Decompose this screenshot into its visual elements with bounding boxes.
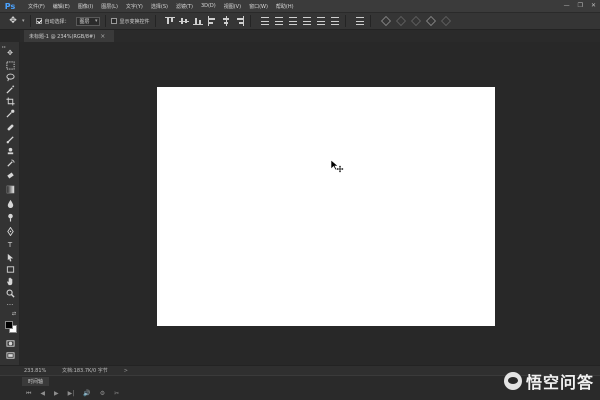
document-tab-bar: 未标题-1 @ 234%(RGB/8#) × xyxy=(20,30,600,42)
3d-roll-icon[interactable] xyxy=(395,16,406,26)
lasso-icon[interactable] xyxy=(4,72,16,82)
status-menu-arrow-icon[interactable]: > xyxy=(124,368,128,374)
timeline-tab-label: 时间轴 xyxy=(28,379,44,385)
move-cursor-icon xyxy=(330,159,344,173)
screen-mode-icon[interactable] xyxy=(4,350,16,360)
distribute-top-icon[interactable] xyxy=(260,16,270,26)
menu-file[interactable]: 文件(F) xyxy=(28,3,45,10)
settings-icon[interactable]: ⚙ xyxy=(100,390,105,398)
foreground-color-swatch[interactable] xyxy=(5,321,13,329)
document-tab[interactable]: 未标题-1 @ 234%(RGB/8#) × xyxy=(24,30,114,42)
3d-slide-icon[interactable] xyxy=(425,16,436,26)
eraser-icon[interactable] xyxy=(4,170,16,180)
menu-help[interactable]: 帮助(H) xyxy=(276,3,294,10)
auto-align-layers-icon[interactable] xyxy=(355,16,365,26)
restore-button[interactable]: ❐ xyxy=(578,2,583,9)
type-tool-icon[interactable]: T xyxy=(4,240,16,250)
rectangle-shape-icon[interactable] xyxy=(4,264,16,274)
tools-panel: ▸▸ ✥ T ··· ⇄ xyxy=(0,42,20,365)
zoom-icon[interactable] xyxy=(4,288,16,298)
quick-mask-icon[interactable] xyxy=(4,338,16,348)
auto-select-label: 自动选择： xyxy=(44,18,70,25)
hand-icon[interactable] xyxy=(4,276,16,286)
divider xyxy=(249,15,251,27)
document-canvas[interactable] xyxy=(157,87,495,326)
healing-brush-icon[interactable] xyxy=(4,122,16,132)
move-tool-icon[interactable]: ✥ xyxy=(4,48,16,58)
previous-frame-icon[interactable]: ◀ xyxy=(40,390,45,398)
gradient-icon[interactable] xyxy=(4,184,16,194)
divider xyxy=(104,15,106,27)
menu-window[interactable]: 窗口(W) xyxy=(249,3,268,10)
menu-filter[interactable]: 滤镜(T) xyxy=(176,3,193,10)
document-tab-title: 未标题-1 @ 234%(RGB/8#) xyxy=(29,33,96,40)
menu-select[interactable]: 选择(S) xyxy=(151,3,168,10)
edit-toolbar-icon[interactable]: ··· xyxy=(4,300,16,310)
timeline-tab[interactable]: 时间轴 xyxy=(22,377,50,386)
document-size-info: 文档:183.7K/0 字节 xyxy=(62,368,108,374)
eyedropper-icon[interactable] xyxy=(4,108,16,118)
minimize-button[interactable]: — xyxy=(564,2,570,9)
pen-icon[interactable] xyxy=(4,226,16,236)
close-window-button[interactable]: ✕ xyxy=(591,2,596,9)
next-frame-icon[interactable]: ▶| xyxy=(68,390,75,398)
swap-colors-icon[interactable]: ⇄ xyxy=(10,310,18,318)
blur-icon[interactable] xyxy=(4,198,16,208)
photoshop-logo: Ps xyxy=(4,1,16,11)
go-to-first-frame-icon[interactable]: ⏮ xyxy=(26,390,31,398)
auto-select-checkbox[interactable] xyxy=(35,18,42,24)
menu-image[interactable]: 图像(I) xyxy=(78,3,93,10)
magic-wand-icon[interactable] xyxy=(4,84,16,94)
divider xyxy=(344,15,346,27)
audio-icon[interactable]: 🔊 xyxy=(83,390,90,398)
watermark: 悟空问答 xyxy=(503,369,594,393)
menu-layer[interactable]: 图层(L) xyxy=(101,3,118,10)
divider xyxy=(154,15,156,27)
menu-bar: Ps 文件(F) 编辑(E) 图像(I) 图层(L) 文字(Y) 选择(S) 滤… xyxy=(0,0,600,12)
clone-stamp-icon[interactable] xyxy=(4,146,16,156)
play-icon[interactable]: ▶ xyxy=(54,390,59,398)
zoom-level[interactable]: 233.81% xyxy=(24,368,54,374)
menu-type[interactable]: 文字(Y) xyxy=(126,3,143,10)
distribute-vertical-center-icon[interactable] xyxy=(274,16,284,26)
align-vertical-center-icon[interactable] xyxy=(178,16,189,26)
align-horizontal-center-icon[interactable] xyxy=(221,16,231,26)
options-bar: ✥ ▾ 自动选择： 图层 显示变换控件 xyxy=(0,12,600,30)
divider xyxy=(369,15,371,27)
crop-icon[interactable] xyxy=(4,96,16,106)
divider xyxy=(29,15,31,27)
menu-edit[interactable]: 编辑(E) xyxy=(53,3,70,10)
align-left-icon[interactable] xyxy=(207,16,217,26)
rectangular-marquee-icon[interactable] xyxy=(4,60,16,70)
show-transform-checkbox[interactable] xyxy=(110,18,117,24)
wukong-logo-icon xyxy=(503,372,522,390)
dodge-icon[interactable] xyxy=(4,212,16,222)
align-right-icon[interactable] xyxy=(235,16,245,26)
move-tool-preset-icon[interactable]: ✥ xyxy=(5,15,21,27)
3d-orbit-icon[interactable] xyxy=(380,16,391,26)
3d-pan-icon[interactable] xyxy=(410,16,421,26)
distribute-bottom-icon[interactable] xyxy=(288,16,298,26)
split-icon[interactable]: ✂ xyxy=(114,390,119,398)
history-brush-icon[interactable] xyxy=(4,158,16,168)
show-transform-label: 显示变换控件 xyxy=(119,18,150,25)
menu-3d[interactable]: 3D(D) xyxy=(201,3,216,9)
distribute-left-icon[interactable] xyxy=(302,16,312,26)
auto-select-target-dropdown[interactable]: 图层 xyxy=(75,16,100,26)
align-bottom-icon[interactable] xyxy=(192,16,203,26)
3d-scale-icon[interactable] xyxy=(440,16,451,26)
path-selection-icon[interactable] xyxy=(4,252,16,262)
close-icon[interactable]: × xyxy=(100,33,105,40)
timeline-controls: ⏮ ◀ ▶ ▶| 🔊 ⚙ ✂ xyxy=(26,390,119,398)
distribute-horizontal-center-icon[interactable] xyxy=(316,16,326,26)
preset-dropdown-icon[interactable]: ▾ xyxy=(22,18,25,24)
brush-icon[interactable] xyxy=(4,134,16,144)
align-top-icon[interactable] xyxy=(164,16,175,26)
menu-view[interactable]: 视图(V) xyxy=(224,3,241,10)
distribute-right-icon[interactable] xyxy=(330,16,340,26)
auto-select-target-value: 图层 xyxy=(79,18,90,25)
window-controls: — ❐ ✕ xyxy=(564,2,596,9)
watermark-text: 悟空问答 xyxy=(525,373,594,392)
